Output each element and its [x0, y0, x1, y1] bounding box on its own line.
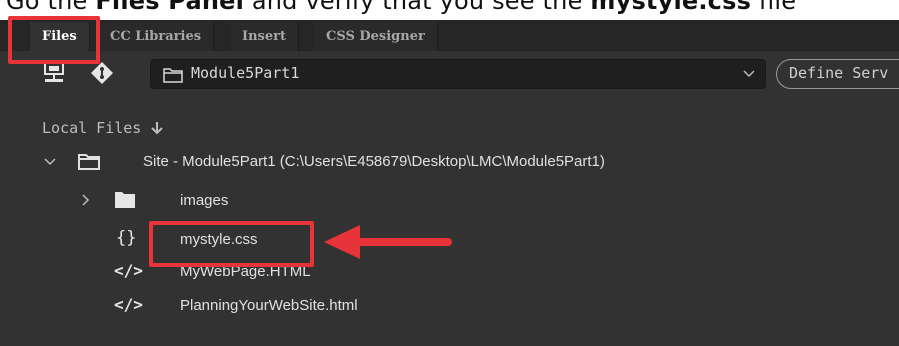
site-name: Module5Part1: [191, 64, 300, 82]
local-files-label[interactable]: Local Files: [42, 119, 141, 137]
html-code-icon: </>: [114, 295, 143, 314]
tree-item-label: images: [180, 192, 229, 209]
tab-insert[interactable]: Insert: [230, 22, 299, 51]
caption-filename: mystyle.css: [590, 0, 752, 15]
connect-server-icon[interactable]: [42, 61, 66, 85]
instruction-caption: Go the Files Panel and verify that you s…: [6, 0, 796, 19]
highlight-files-tab: [8, 16, 100, 64]
site-selector[interactable]: Module5Part1: [150, 59, 766, 89]
caption-middle: and verify that you see the: [244, 0, 591, 15]
highlight-mystyle-css: [149, 221, 314, 267]
site-root-label: Site - Module5Part1 (C:\Users\E458679\De…: [143, 153, 605, 170]
caption-suffix: file: [751, 0, 797, 15]
tree-row-images[interactable]: images: [0, 189, 899, 215]
sort-down-arrow-icon[interactable]: [151, 121, 163, 135]
tree-item-label: PlanningYourWebSite.html: [180, 297, 358, 314]
git-icon[interactable]: [90, 61, 114, 85]
panel-tab-bar: Files CC Libraries Insert CSS Designer: [0, 20, 899, 51]
folder-icon: [115, 192, 135, 208]
caption-files-panel: Files Panel: [95, 0, 245, 15]
tab-css-designer[interactable]: CSS Designer: [314, 22, 438, 51]
caption-prefix: Go the: [6, 0, 96, 15]
tree-row-mywebpage[interactable]: </> MyWebPage.HTML: [0, 260, 899, 286]
red-arrow-icon: [324, 225, 452, 259]
css-braces-icon: {}: [116, 228, 137, 248]
tab-cc-libraries[interactable]: CC Libraries: [98, 22, 215, 51]
chevron-right-icon[interactable]: [82, 194, 90, 206]
folder-icon: [78, 154, 100, 170]
tree-row-site[interactable]: Site - Module5Part1 (C:\Users\E458679\De…: [0, 150, 899, 176]
define-server-button[interactable]: Define Serv: [776, 59, 899, 89]
folder-icon: [163, 68, 183, 83]
files-toolbar: Module5Part1 Define Serv: [0, 51, 899, 97]
tree-row-planning[interactable]: </> PlanningYourWebSite.html: [0, 294, 899, 320]
html-code-icon: </>: [114, 261, 143, 280]
files-panel: Files CC Libraries Insert CSS Designer M…: [0, 20, 899, 346]
chevron-down-icon[interactable]: [44, 158, 56, 166]
chevron-down-icon: [743, 70, 755, 78]
